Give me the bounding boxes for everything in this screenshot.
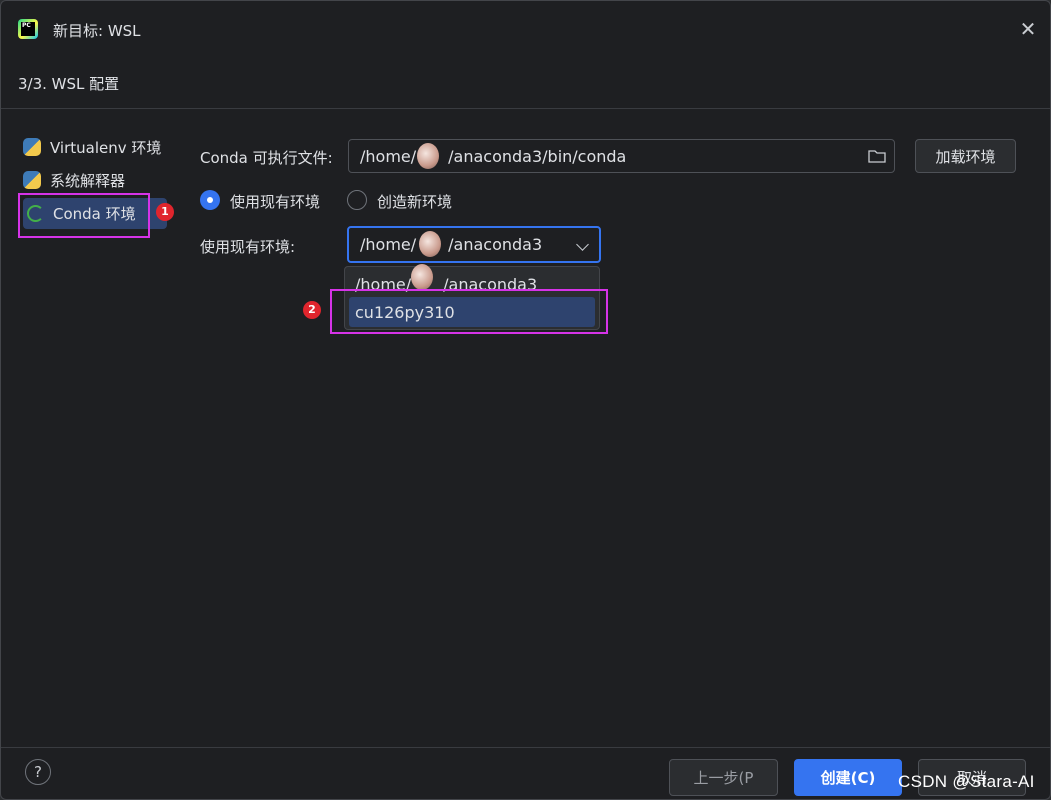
- folder-icon[interactable]: [868, 149, 886, 163]
- annotation-badge-2: 2: [303, 301, 321, 319]
- sidebar-item-system-interpreter[interactable]: 系统解释器: [23, 166, 125, 194]
- radio-new-env[interactable]: [347, 190, 367, 210]
- conda-exec-suffix: /anaconda3/bin/conda: [448, 146, 627, 166]
- prev-button[interactable]: 上一步(P: [669, 759, 778, 796]
- sidebar-item-label: 系统解释器: [50, 171, 126, 190]
- create-button[interactable]: 创建(C): [794, 759, 902, 796]
- conda-exec-label: Conda 可执行文件:: [200, 149, 333, 167]
- radio-existing-env[interactable]: [200, 190, 220, 210]
- existing-env-select[interactable]: /home/ /anaconda3: [347, 226, 601, 263]
- redaction-blob: [419, 231, 441, 257]
- conda-exec-prefix: /home/: [360, 146, 417, 166]
- load-env-button[interactable]: 加载环境: [915, 139, 1016, 173]
- watermark: CSDN @Stara-AI: [898, 772, 1035, 791]
- sidebar-item-virtualenv[interactable]: Virtualenv 环境: [23, 133, 161, 161]
- existing-env-label: 使用现有环境:: [200, 238, 296, 256]
- window-title: 新目标: WSL: [53, 22, 141, 40]
- python-icon: [23, 138, 41, 156]
- footer-divider: [1, 747, 1050, 748]
- existing-env-prefix: /home/: [360, 235, 417, 254]
- existing-env-suffix: /anaconda3: [448, 235, 543, 254]
- annotation-highlight-2: [330, 289, 608, 334]
- pycharm-icon: PC: [18, 19, 38, 39]
- annotation-badge-1: 1: [156, 203, 174, 221]
- header-divider: [1, 108, 1050, 109]
- annotation-highlight-1: [18, 193, 150, 238]
- sidebar-item-label: Virtualenv 环境: [50, 138, 162, 157]
- chevron-down-icon[interactable]: [576, 238, 589, 251]
- step-header: 3/3. WSL 配置: [18, 75, 120, 93]
- redaction-blob: [417, 143, 439, 169]
- close-icon[interactable]: ✕: [1016, 17, 1040, 41]
- python-icon: [23, 171, 41, 189]
- dialog-window: PC 新目标: WSL ✕ 3/3. WSL 配置 Virtualenv 环境 …: [0, 0, 1051, 800]
- redaction-blob: [411, 264, 433, 290]
- radio-existing-label: 使用现有环境: [230, 193, 321, 211]
- help-icon[interactable]: ?: [25, 759, 51, 785]
- title-bar: PC 新目标: WSL ✕: [1, 1, 1050, 59]
- radio-new-label: 创造新环境: [377, 193, 453, 211]
- app-icon-text: PC: [21, 22, 35, 36]
